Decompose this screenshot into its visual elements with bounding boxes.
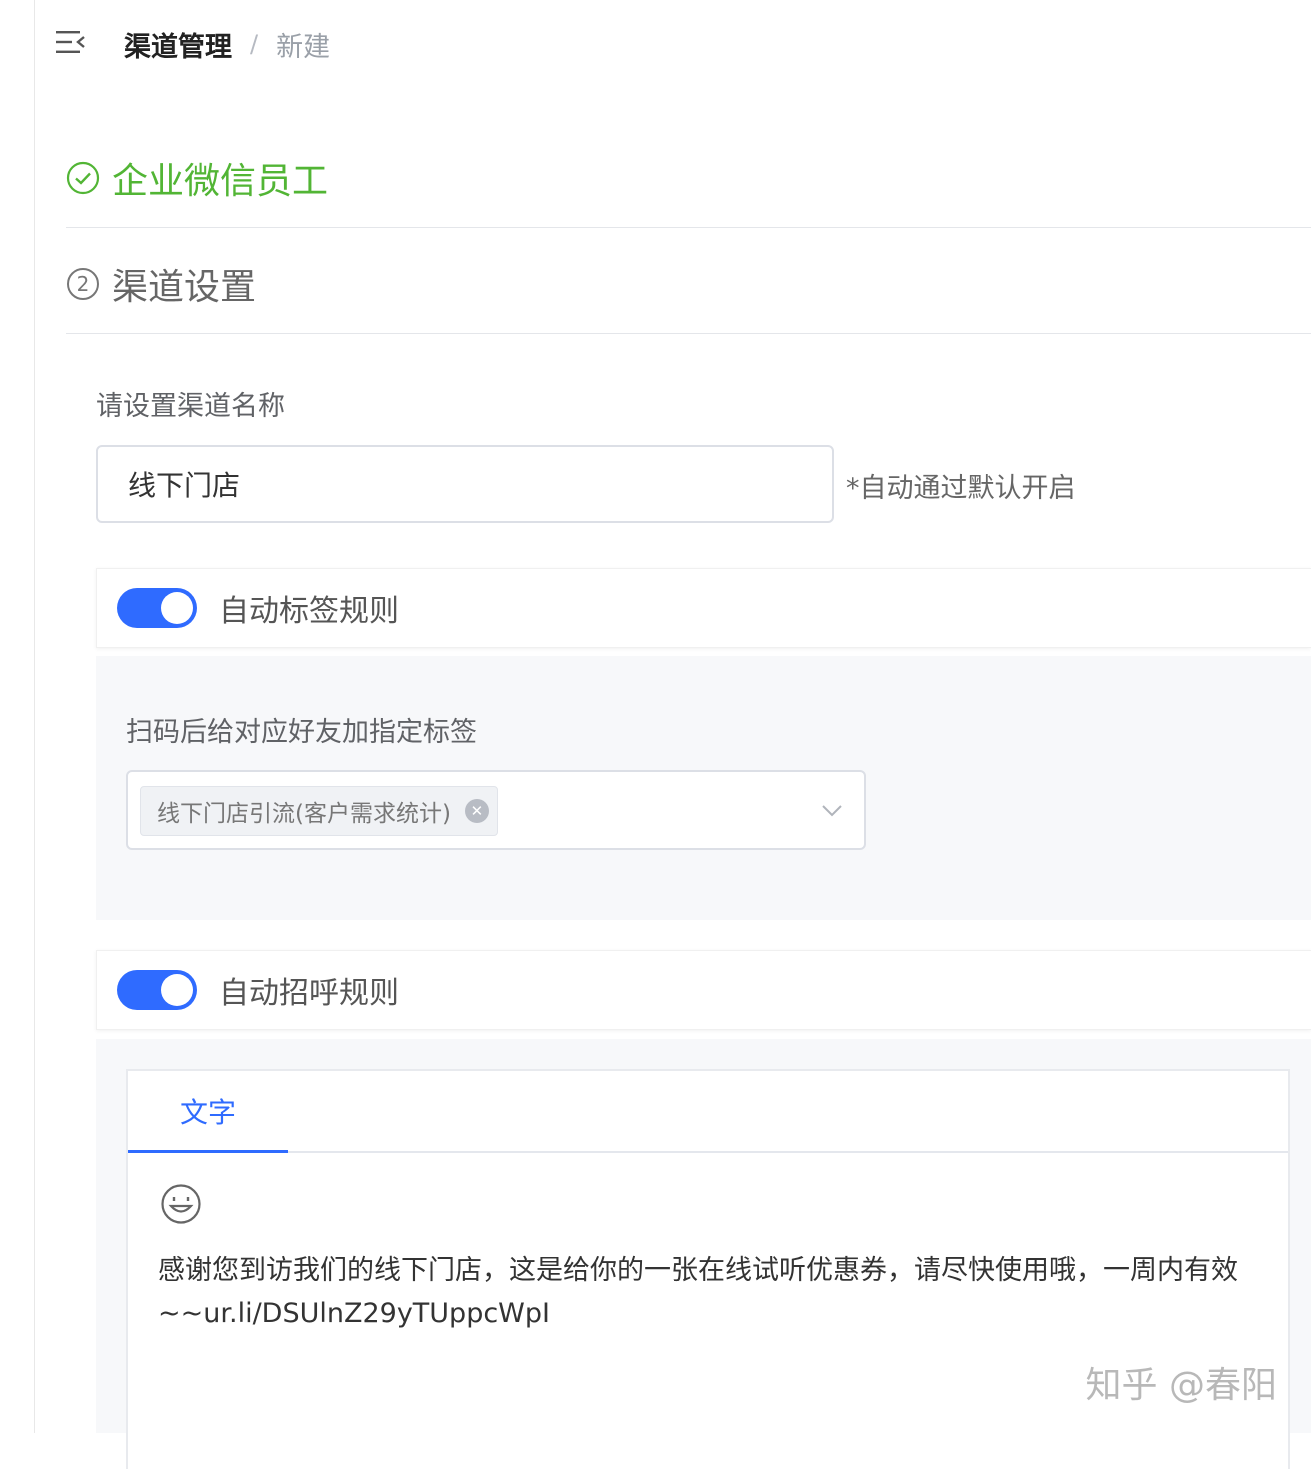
step-label: 企业微信员工 [112, 161, 329, 202]
step-divider [66, 333, 1311, 334]
channel-name-label: 请设置渠道名称 [96, 391, 285, 422]
step-label: 渠道设置 [112, 267, 257, 308]
auto-tag-rule-title: 自动标签规则 [219, 594, 399, 629]
tab-text[interactable]: 文字 [128, 1071, 288, 1153]
tag-field-label: 扫码后给对应好友加指定标签 [126, 717, 477, 748]
menu-fold-icon[interactable] [56, 28, 86, 56]
auto-accept-hint: *自动通过默认开启 [846, 473, 1076, 504]
breadcrumb-current: 新建 [276, 31, 331, 63]
step-number-icon: 2 [66, 267, 100, 301]
auto-tag-rule-header: 自动标签规则 [96, 568, 1311, 648]
check-circle-icon [66, 161, 100, 195]
tag-select[interactable]: 线下门店引流(客户需求统计) ✕ [126, 770, 866, 850]
close-circle-icon[interactable]: ✕ [464, 799, 489, 823]
auto-greeting-rule-toggle[interactable] [117, 970, 197, 1010]
selected-tag: 线下门店引流(客户需求统计) ✕ [140, 786, 498, 836]
auto-tag-rule-body: 扫码后给对应好友加指定标签 线下门店引流(客户需求统计) ✕ [96, 656, 1311, 920]
chevron-down-icon[interactable] [820, 798, 844, 826]
greeting-tabs: 文字 [128, 1071, 1288, 1153]
breadcrumb: 渠道管理 / 新建 [124, 24, 330, 64]
channel-name-input[interactable] [96, 445, 834, 523]
breadcrumb-separator: / [250, 30, 259, 58]
step-enterprise-wechat-staff[interactable]: 企业微信员工 [66, 150, 1311, 206]
auto-tag-rule-toggle[interactable] [117, 588, 197, 628]
toggle-knob [161, 974, 193, 1006]
auto-greeting-rule-header: 自动招呼规则 [96, 950, 1311, 1030]
tab-text-label: 文字 [179, 1096, 236, 1129]
selected-tag-label: 线下门店引流(客户需求统计) [157, 801, 451, 827]
greeting-editor: 文字 感谢您到访我们的线下门店，这是给你的一张在线试听优惠券，请尽快使用哦，一周… [126, 1069, 1290, 1469]
breadcrumb-parent[interactable]: 渠道管理 [124, 25, 232, 64]
svg-text:2: 2 [77, 272, 90, 296]
left-sidebar-edge [0, 0, 35, 1433]
auto-greeting-rule-title: 自动招呼规则 [219, 976, 399, 1011]
step-divider [66, 227, 1311, 228]
step-channel-settings[interactable]: 2 渠道设置 [66, 256, 1311, 312]
greeting-message[interactable]: 感谢您到访我们的线下门店，这是给你的一张在线试听优惠券，请尽快使用哦，一周内有效… [158, 1249, 1258, 1335]
emoji-smile-icon[interactable] [160, 1183, 202, 1229]
active-tab-indicator [128, 1150, 288, 1153]
toggle-knob [161, 592, 193, 624]
watermark: 知乎 @春阳 [1085, 1365, 1277, 1406]
